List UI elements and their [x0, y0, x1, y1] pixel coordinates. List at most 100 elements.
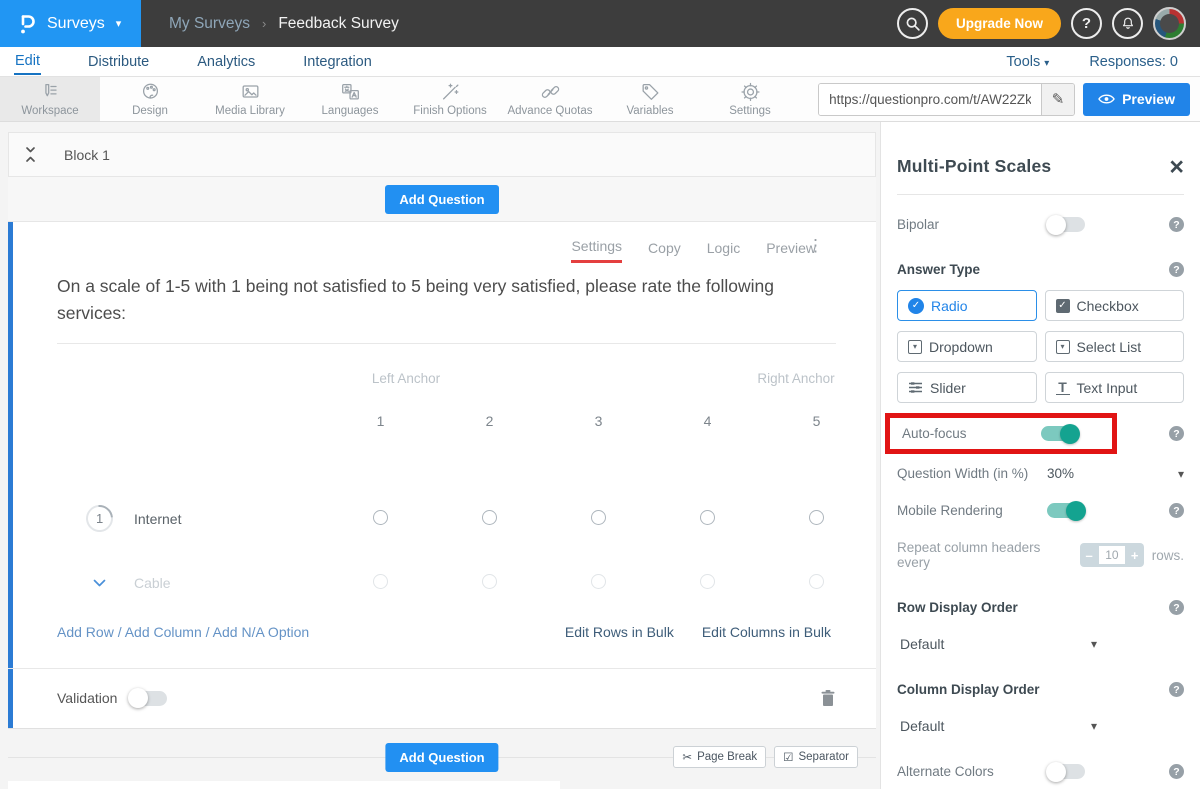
add-column-link[interactable]: Add Column	[125, 624, 202, 640]
preview-button[interactable]: Preview	[1083, 83, 1190, 116]
divider	[897, 194, 1184, 195]
question-width-value[interactable]: 30%	[1047, 466, 1074, 481]
help-icon[interactable]: ?	[1169, 600, 1184, 615]
main-nav: Edit Distribute Analytics Integration To…	[0, 47, 1200, 77]
answer-type-text-input[interactable]: TText Input	[1045, 372, 1185, 403]
block-header: Block 1	[8, 132, 876, 177]
answer-type-checkbox[interactable]: ✓Checkbox	[1045, 290, 1185, 321]
help-icon[interactable]: ?	[1169, 764, 1184, 779]
collapse-block-button[interactable]	[23, 146, 38, 163]
page-break-button[interactable]: ✂Page Break	[673, 746, 766, 768]
toolbar-settings[interactable]: Settings	[700, 77, 800, 121]
delete-question-button[interactable]	[820, 689, 836, 707]
help-icon[interactable]: ?	[1169, 426, 1184, 441]
radio-button[interactable]	[700, 510, 715, 525]
add-row-link[interactable]: Add Row	[57, 624, 114, 640]
block-title[interactable]: Block 1	[64, 147, 110, 163]
help-icon[interactable]: ?	[1169, 217, 1184, 232]
column-header[interactable]: 1	[326, 413, 435, 429]
separator-button[interactable]: ☑Separator	[774, 746, 858, 768]
tab-analytics[interactable]: Analytics	[196, 50, 256, 74]
toolbar-advance-quotas[interactable]: Advance Quotas	[500, 77, 600, 121]
question-more-menu[interactable]: ⋮	[807, 236, 824, 256]
radio-button[interactable]	[591, 510, 606, 525]
column-header[interactable]: 2	[435, 413, 544, 429]
column-header-row: 1 2 3 4 5	[86, 413, 871, 429]
answer-type-radio[interactable]: ✓Radio	[897, 290, 1037, 321]
radio-button[interactable]	[700, 574, 715, 589]
left-anchor-label[interactable]: Left Anchor	[326, 371, 486, 386]
row-display-order-select[interactable]: Default ▾	[897, 636, 1097, 652]
responses-count[interactable]: Responses: 0	[1089, 54, 1178, 70]
edit-url-button[interactable]: ✎	[1041, 84, 1074, 115]
help-icon[interactable]: ?	[1169, 682, 1184, 697]
add-question-button-top[interactable]: Add Question	[385, 185, 498, 214]
help-icon[interactable]: ?	[1169, 262, 1184, 277]
column-display-order-select[interactable]: Default ▾	[897, 718, 1097, 734]
topbar: Surveys ▾ My Surveys › Feedback Survey U…	[0, 0, 1200, 47]
bipolar-toggle[interactable]	[1047, 217, 1085, 232]
auto-focus-toggle[interactable]	[1041, 426, 1079, 441]
answer-type-select-list[interactable]: ▾Select List	[1045, 331, 1185, 362]
surveys-menu[interactable]: Surveys ▾	[0, 0, 141, 47]
chevron-down-icon[interactable]: ▾	[1178, 467, 1184, 481]
questionpro-logo-icon	[16, 12, 38, 36]
repeat-headers-stepper: – 10 +	[1080, 543, 1144, 567]
right-anchor-label[interactable]: Right Anchor	[716, 371, 876, 386]
add-question-button-bottom[interactable]: Add Question	[385, 743, 498, 772]
toolbar-finish-options[interactable]: Finish Options	[400, 77, 500, 121]
repeat-headers-value[interactable]: 10	[1099, 546, 1125, 564]
close-icon[interactable]: ×	[1169, 158, 1184, 176]
eye-icon	[1098, 93, 1115, 105]
radio-button[interactable]	[482, 510, 497, 525]
upgrade-now-button[interactable]: Upgrade Now	[938, 8, 1061, 39]
tab-distribute[interactable]: Distribute	[87, 50, 150, 74]
answer-type-dropdown[interactable]: ▾Dropdown	[897, 331, 1037, 362]
toolbar-languages[interactable]: Languages	[300, 77, 400, 121]
alternate-colors-toggle[interactable]	[1047, 764, 1085, 779]
question-tab-copy[interactable]: Copy	[648, 240, 681, 262]
tab-edit[interactable]: Edit	[14, 49, 41, 75]
toolbar-media-library[interactable]: Media Library	[200, 77, 300, 121]
edit-rows-bulk-link[interactable]: Edit Rows in Bulk	[565, 624, 674, 640]
radio-button[interactable]	[809, 510, 824, 525]
tools-menu[interactable]: Tools ▾	[1006, 54, 1049, 70]
radio-button[interactable]	[591, 574, 606, 589]
mobile-rendering-toggle[interactable]	[1047, 503, 1085, 518]
answer-type-slider[interactable]: Slider	[897, 372, 1037, 403]
add-question-strip-bottom: Add Question ✂Page Break ☑Separator	[8, 728, 876, 785]
survey-url-input[interactable]	[819, 84, 1041, 115]
search-button[interactable]	[897, 8, 928, 39]
question-tab-logic[interactable]: Logic	[707, 240, 740, 262]
radio-button[interactable]	[373, 574, 388, 589]
toolbar-design[interactable]: Design	[100, 77, 200, 121]
auto-focus-row: Auto-focus ?	[897, 413, 1184, 454]
row-expand-button[interactable]	[86, 579, 113, 588]
breadcrumb-my-surveys[interactable]: My Surveys	[169, 15, 250, 33]
row-label[interactable]: Cable	[134, 575, 171, 591]
column-header[interactable]: 5	[762, 413, 871, 429]
radio-button[interactable]	[809, 574, 824, 589]
radio-button[interactable]	[482, 574, 497, 589]
question-width-row: Question Width (in %) 30% ▾	[897, 466, 1184, 481]
help-button[interactable]: ?	[1071, 8, 1102, 39]
help-icon[interactable]: ?	[1169, 503, 1184, 518]
notifications-button[interactable]	[1112, 8, 1143, 39]
column-header[interactable]: 3	[544, 413, 653, 429]
validation-toggle[interactable]	[129, 691, 167, 706]
answer-type-label: Answer Type	[897, 262, 1047, 277]
edit-columns-bulk-link[interactable]: Edit Columns in Bulk	[702, 624, 831, 640]
question-tab-settings[interactable]: Settings	[571, 238, 622, 263]
add-na-option-link[interactable]: Add N/A Option	[213, 624, 310, 640]
tab-integration[interactable]: Integration	[302, 50, 373, 74]
avatar[interactable]	[1153, 7, 1186, 40]
surveys-menu-label: Surveys	[47, 15, 105, 33]
radio-button[interactable]	[373, 510, 388, 525]
plus-button[interactable]: +	[1126, 548, 1144, 563]
toolbar-workspace[interactable]: Workspace	[0, 77, 100, 121]
column-header[interactable]: 4	[653, 413, 762, 429]
minus-button[interactable]: –	[1080, 548, 1098, 563]
row-label[interactable]: Internet	[134, 511, 181, 527]
toolbar-variables[interactable]: Variables	[600, 77, 700, 121]
question-text[interactable]: On a scale of 1-5 with 1 being not satis…	[57, 273, 836, 327]
